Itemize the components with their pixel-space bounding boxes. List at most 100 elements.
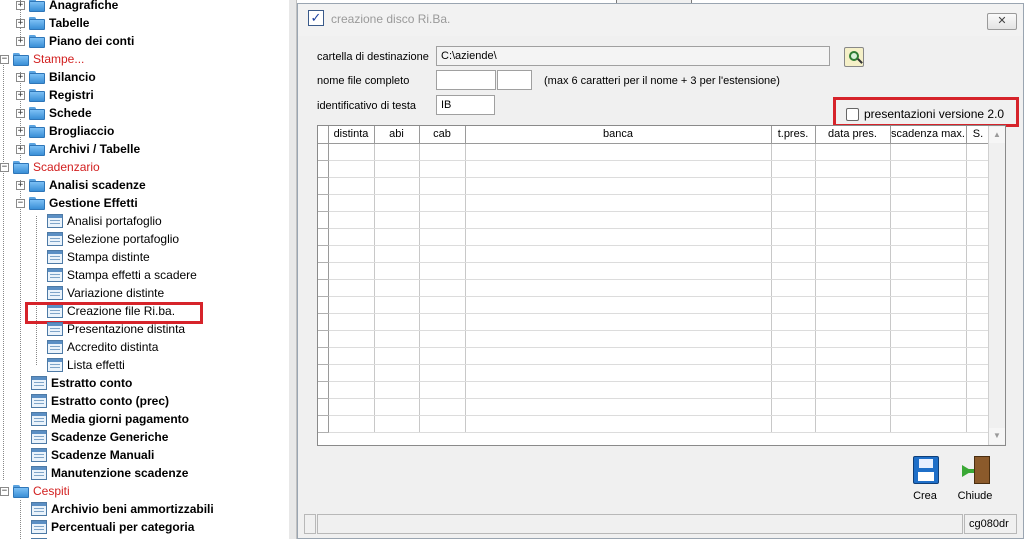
grid-cell[interactable] [328, 330, 375, 348]
grid-cell[interactable] [771, 381, 816, 399]
grid-cell[interactable] [890, 381, 967, 399]
grid-cell[interactable] [465, 313, 772, 331]
filename-name-input[interactable] [436, 70, 496, 90]
table-row[interactable] [318, 296, 991, 314]
grid-cell[interactable] [328, 415, 375, 433]
grid-cell[interactable] [374, 313, 420, 331]
distinte-grid[interactable]: distinta abi cab banca t.pres. data pres. scad… [317, 125, 1006, 446]
grid-cell[interactable] [771, 262, 816, 280]
grid-cell[interactable] [465, 194, 772, 212]
grid-cell[interactable] [465, 398, 772, 416]
dest-folder-field[interactable]: C:\aziende\ [436, 46, 830, 66]
grid-cell[interactable] [966, 313, 991, 331]
column-header[interactable]: banca [465, 126, 772, 144]
row-selector[interactable] [318, 296, 329, 314]
grid-cell[interactable] [419, 381, 466, 399]
tree-item-selezione-portafoglio[interactable]: Selezione portafoglio [47, 230, 179, 248]
grid-cell[interactable] [966, 245, 991, 263]
grid-cell[interactable] [374, 143, 420, 161]
tree-item-cespiti[interactable]: − Cespiti [0, 482, 70, 500]
column-header[interactable]: distinta [328, 126, 375, 144]
table-row[interactable] [318, 245, 991, 263]
grid-cell[interactable] [374, 296, 420, 314]
tree-item-analisi-scadenze[interactable]: + Analisi scadenze [16, 176, 146, 194]
tree-item-schede[interactable]: + Schede [16, 104, 92, 122]
expand-icon[interactable]: + [16, 0, 25, 10]
tree-item-gestione-effetti[interactable]: − Gestione Effetti [16, 194, 138, 212]
grid-cell[interactable] [465, 160, 772, 178]
tree-item-lista-effetti[interactable]: Lista effetti [47, 356, 125, 374]
grid-cell[interactable] [890, 177, 967, 195]
header-id-input[interactable]: IB [436, 95, 495, 115]
grid-cell[interactable] [465, 245, 772, 263]
expand-icon[interactable]: + [16, 18, 25, 28]
grid-cell[interactable] [890, 347, 967, 365]
table-row[interactable] [318, 160, 991, 178]
grid-cell[interactable] [328, 296, 375, 314]
row-selector[interactable] [318, 245, 329, 263]
grid-cell[interactable] [374, 211, 420, 229]
expand-icon[interactable]: + [16, 36, 25, 46]
grid-cell[interactable] [966, 160, 991, 178]
collapse-icon[interactable]: − [0, 54, 9, 64]
grid-cell[interactable] [465, 364, 772, 382]
table-row[interactable] [318, 262, 991, 280]
grid-cell[interactable] [815, 296, 891, 314]
grid-cell[interactable] [815, 245, 891, 263]
grid-cell[interactable] [374, 262, 420, 280]
grid-cell[interactable] [419, 415, 466, 433]
grid-cell[interactable] [890, 143, 967, 161]
tree-item-stampa-distinte[interactable]: Stampa distinte [47, 248, 150, 266]
column-header[interactable]: S. [966, 126, 991, 144]
tree-item-piano-dei-conti[interactable]: + Piano dei conti [16, 32, 134, 50]
grid-cell[interactable] [890, 211, 967, 229]
table-row[interactable] [318, 415, 991, 433]
grid-cell[interactable] [465, 381, 772, 399]
tree-item-registri[interactable]: + Registri [16, 86, 94, 104]
column-header[interactable]: data pres. [815, 126, 891, 144]
grid-cell[interactable] [815, 177, 891, 195]
grid-cell[interactable] [419, 330, 466, 348]
grid-cell[interactable] [328, 228, 375, 246]
grid-cell[interactable] [890, 296, 967, 314]
grid-cell[interactable] [771, 194, 816, 212]
browse-folder-button[interactable] [844, 47, 864, 67]
tree-item-brogliaccio[interactable]: + Brogliaccio [16, 122, 114, 140]
grid-cell[interactable] [419, 279, 466, 297]
column-header[interactable]: scadenza max. [890, 126, 967, 144]
grid-cell[interactable] [966, 364, 991, 382]
grid-cell[interactable] [966, 381, 991, 399]
collapse-icon[interactable]: − [0, 162, 9, 172]
row-selector[interactable] [318, 313, 329, 331]
grid-cell[interactable] [465, 228, 772, 246]
grid-cell[interactable] [328, 381, 375, 399]
grid-cell[interactable] [815, 279, 891, 297]
tree-item-scadenzario[interactable]: − Scadenzario [0, 158, 100, 176]
chiude-button[interactable]: Chiude [955, 456, 995, 502]
tree-item-bilancio[interactable]: + Bilancio [16, 68, 96, 86]
tree-item-presentazione-distinta[interactable]: Presentazione distinta [47, 320, 185, 338]
grid-cell[interactable] [328, 313, 375, 331]
grid-cell[interactable] [815, 364, 891, 382]
column-header[interactable]: cab [419, 126, 466, 144]
grid-cell[interactable] [419, 228, 466, 246]
close-button[interactable]: ✕ [987, 13, 1017, 30]
grid-cell[interactable] [465, 211, 772, 229]
grid-cell[interactable] [890, 279, 967, 297]
grid-cell[interactable] [419, 398, 466, 416]
grid-vertical-scrollbar[interactable]: ▲ ▼ [988, 126, 1005, 445]
grid-cell[interactable] [890, 330, 967, 348]
grid-cell[interactable] [419, 211, 466, 229]
grid-cell[interactable] [966, 279, 991, 297]
tree-item-estratto-conto[interactable]: Estratto conto [31, 374, 132, 392]
grid-cell[interactable] [374, 245, 420, 263]
expand-icon[interactable]: + [16, 144, 25, 154]
grid-cell[interactable] [815, 211, 891, 229]
tree-item-scadenze-manuali[interactable]: Scadenze Manuali [31, 446, 154, 464]
grid-cell[interactable] [374, 279, 420, 297]
grid-cell[interactable] [771, 296, 816, 314]
grid-cell[interactable] [419, 177, 466, 195]
collapse-icon[interactable]: − [0, 486, 9, 496]
scroll-up-icon[interactable]: ▲ [989, 127, 1005, 143]
grid-cell[interactable] [771, 313, 816, 331]
